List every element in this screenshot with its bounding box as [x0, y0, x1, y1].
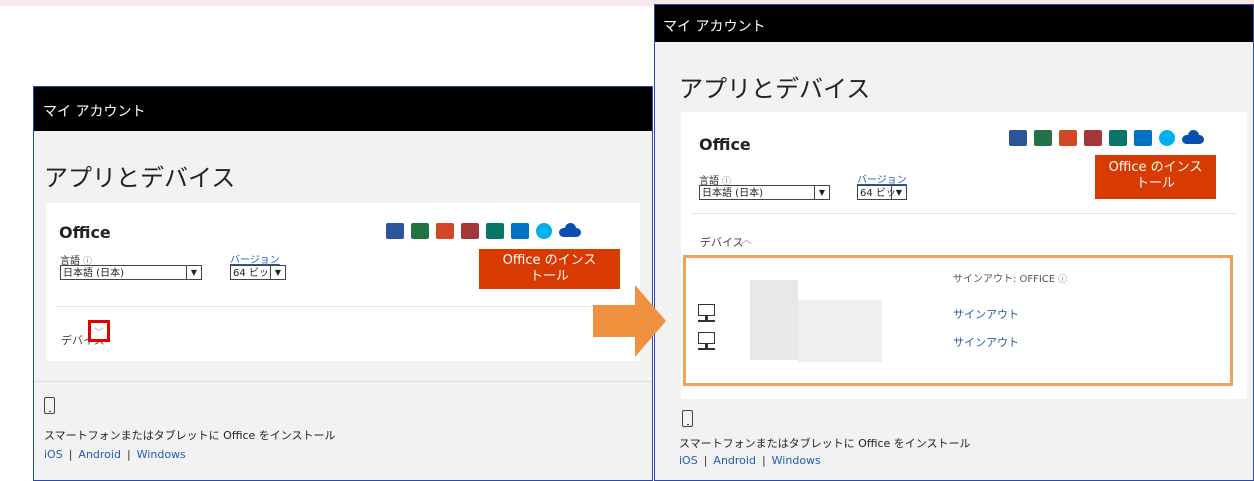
windows-link[interactable]: Windows	[137, 448, 186, 461]
ios-link[interactable]: iOS	[44, 448, 63, 461]
chevron-up-icon[interactable]: ︿	[741, 231, 752, 247]
excel-icon	[411, 223, 429, 239]
dropdown-arrow-icon: ▼	[814, 186, 829, 199]
skype-icon	[536, 223, 552, 239]
publisher-icon	[486, 223, 504, 239]
signout-link-2[interactable]: サインアウト	[953, 334, 1019, 350]
mobile-install-text: スマートフォンまたはタブレットに Office をインストール	[679, 437, 971, 450]
transition-arrow-icon	[593, 285, 666, 357]
info-icon: ⓘ	[1058, 275, 1068, 285]
powerpoint-icon	[436, 223, 454, 239]
computer-icon	[698, 304, 715, 322]
windows-link[interactable]: Windows	[772, 454, 821, 467]
chevron-down-icon: ﹀	[94, 328, 104, 339]
outlook-icon	[511, 223, 529, 239]
version-select[interactable]: 64 ビッ ▼	[857, 185, 907, 200]
office-card: Office 言語 ⓘ 日本語 (日本) ▼ バージョン 64 ビッ ▼ Office…	[46, 203, 640, 361]
excel-icon	[1034, 130, 1052, 146]
account-header: マイ アカウント	[655, 5, 1253, 42]
version-link[interactable]: バージョン	[857, 171, 907, 186]
word-icon	[1009, 130, 1027, 146]
section-divider	[34, 381, 652, 382]
right-screenshot-panel: マイ アカウント アプリとデバイス Office 言語 ⓘ 日本語 (日本) ▼ バ…	[654, 4, 1254, 481]
redacted-device-name	[798, 300, 882, 362]
phone-icon	[682, 410, 693, 427]
access-icon	[461, 223, 479, 239]
ios-link[interactable]: iOS	[679, 454, 698, 467]
version-link[interactable]: バージョン	[230, 251, 280, 266]
version-select[interactable]: 64 ビッ ▼	[230, 265, 286, 280]
devices-label: デバイス	[700, 236, 744, 249]
mobile-links: iOS | Android | Windows	[679, 454, 821, 467]
onedrive-icon	[1182, 130, 1204, 144]
powerpoint-icon	[1059, 130, 1077, 146]
page-title: アプリとデバイス	[44, 164, 236, 192]
word-icon	[386, 223, 404, 239]
signout-status: サインアウト: OFFICE ⓘ	[953, 274, 1068, 285]
install-office-button[interactable]: Office のインス トール	[479, 249, 620, 289]
computer-icon	[698, 332, 715, 350]
device-list-highlight: サインアウト: OFFICE ⓘ サインアウト サインアウト	[683, 255, 1233, 386]
language-select[interactable]: 日本語 (日本) ▼	[699, 185, 830, 200]
office-title: Office	[59, 223, 111, 242]
account-header: マイ アカウント	[34, 87, 652, 131]
publisher-icon	[1109, 130, 1127, 146]
dropdown-arrow-icon: ▼	[891, 186, 906, 199]
android-link[interactable]: Android	[78, 448, 121, 461]
language-select[interactable]: 日本語 (日本) ▼	[60, 265, 202, 280]
divider	[56, 306, 630, 307]
android-link[interactable]: Android	[713, 454, 756, 467]
app-icons	[1009, 130, 1204, 146]
onedrive-icon	[559, 223, 581, 237]
dropdown-arrow-icon: ▼	[186, 266, 201, 279]
skype-icon	[1159, 130, 1175, 146]
install-office-button[interactable]: Office のインス トール	[1095, 155, 1216, 199]
mobile-links: iOS | Android | Windows	[44, 448, 186, 461]
redacted-device-name	[750, 280, 798, 360]
devices-expand-toggle[interactable]: ﹀	[88, 320, 110, 342]
left-screenshot-panel: マイ アカウント アプリとデバイス Office 言語 ⓘ 日本語 (日本) ▼ バ…	[33, 86, 653, 481]
app-icons	[386, 223, 581, 239]
dropdown-arrow-icon: ▼	[270, 266, 285, 279]
divider	[691, 213, 1237, 214]
phone-icon	[44, 397, 55, 414]
office-title: Office	[699, 135, 751, 154]
signout-link-1[interactable]: サインアウト	[953, 306, 1019, 322]
outlook-icon	[1134, 130, 1152, 146]
access-icon	[1084, 130, 1102, 146]
mobile-install-text: スマートフォンまたはタブレットに Office をインストール	[44, 429, 336, 442]
page-title: アプリとデバイス	[679, 75, 871, 103]
